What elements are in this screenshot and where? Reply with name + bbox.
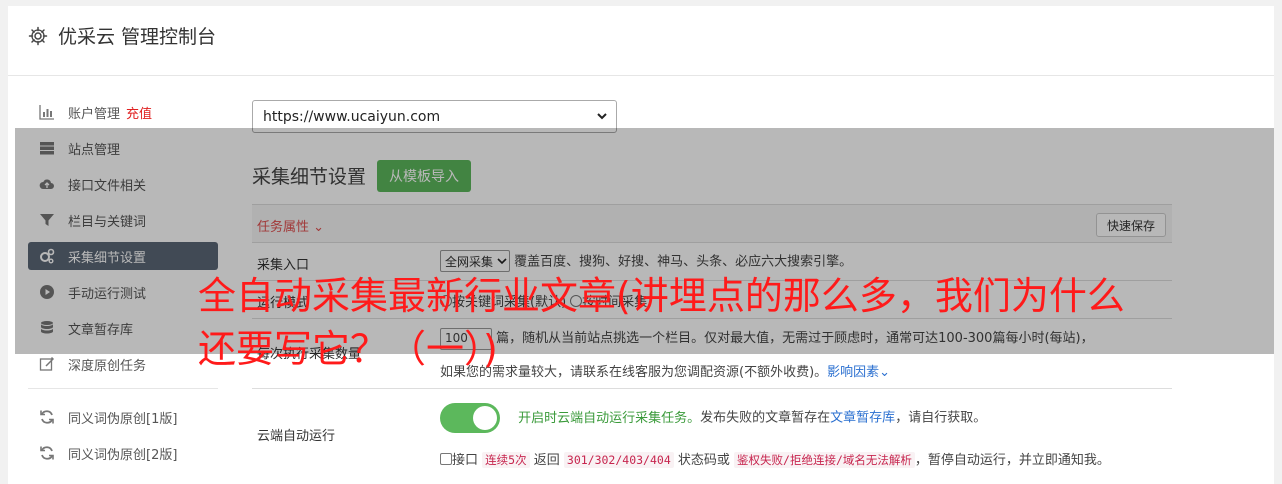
sidebar-item-deep-original[interactable]: 深度原创任务 (28, 350, 218, 378)
chevron-down-icon (596, 110, 608, 122)
interface-text-3: ，暂停自动运行，并立即通知我。 (914, 453, 1110, 468)
cloud-cell: 开启时云端自动运行采集任务。发布失败的文章暂存在文章暂存库，请自行获取。 (440, 403, 986, 433)
cloud-run-toggle[interactable] (440, 403, 500, 433)
article-store-link[interactable]: 文章暂存库 (830, 411, 895, 426)
page-title: 优采云 管理控制台 (58, 26, 217, 48)
interface-text-1: 返回 (533, 453, 560, 468)
sidebar-item-synonym-v2[interactable]: 同义词伪原创[2版] (28, 439, 218, 467)
cloud-run-label: 云端自动运行 (257, 429, 336, 444)
code-status: 301/302/403/404 (563, 452, 674, 468)
gear-icon (28, 26, 48, 46)
edit-icon (38, 356, 56, 372)
interface-cell: 接口 连续5次 返回 301/302/403/404 状态码或 鉴权失败/拒绝连… (440, 449, 1110, 468)
overlay-headline: 全自动采集最新行业文章(讲埋点的那么多，我们为什么还要写它？（一）) (198, 274, 1125, 371)
interface-text-2: 状态码或 (677, 453, 730, 468)
code-errors: 鉴权失败/拒绝连接/域名无法解析 (734, 452, 915, 468)
sidebar-item-label: 账户管理 (68, 106, 121, 122)
table-row: 云端自动运行 开启时云端自动运行采集任务。发布失败的文章暂存在文章暂存库，请自行… (252, 388, 1172, 478)
refresh-icon (38, 445, 56, 461)
pause-checkbox[interactable] (440, 453, 452, 465)
cloud-run-status: 开启时云端自动运行采集任务。 (518, 410, 701, 426)
code-consecutive: 连续5次 (482, 452, 530, 468)
sidebar-item-account[interactable]: 账户管理 充值 (28, 98, 218, 126)
bar-chart-icon (38, 104, 56, 120)
sidebar-item-label: 深度原创任务 (68, 358, 147, 374)
cloud-run-description-2: ，请自行获取。 (895, 410, 987, 426)
sidebar-item-synonym-v1[interactable]: 同义词伪原创[1版] (28, 403, 218, 431)
recharge-link[interactable]: 充值 (126, 103, 152, 122)
sidebar-item-label: 同义词伪原创[2版] (68, 447, 178, 463)
interface-label: 接口 (452, 453, 479, 468)
sidebar-item-label: 同义词伪原创[1版] (68, 411, 178, 427)
site-select-value: https://www.ucaiyun.com (263, 108, 441, 125)
app-header: 优采云 管理控制台 (8, 6, 1274, 76)
scrollbar[interactable] (1274, 0, 1282, 484)
refresh-icon (38, 409, 56, 425)
sidebar-divider (28, 388, 218, 389)
cloud-run-description: 发布失败的文章暂存在 (700, 410, 831, 426)
